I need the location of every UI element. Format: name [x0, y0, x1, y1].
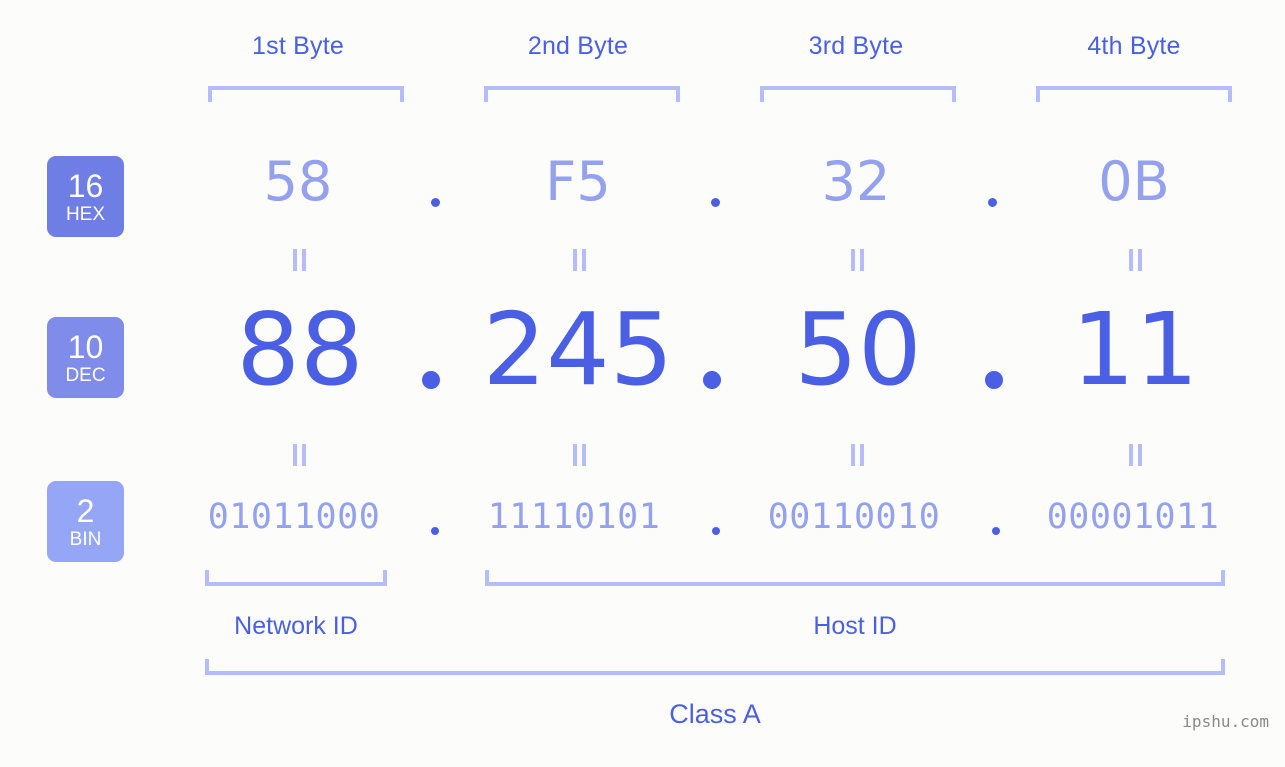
- base-badge-dec: 10 DEC: [47, 317, 124, 398]
- hex-value-byte-2: F5: [545, 150, 611, 213]
- network-id-label: Network ID: [234, 612, 358, 640]
- byte-header-label-2: 2nd Byte: [527, 32, 629, 60]
- equals-connector-hex-dec-1: [291, 249, 308, 271]
- host-id-bracket: [485, 570, 1225, 586]
- dec-value-byte-4: 11: [1071, 291, 1199, 408]
- byte-header-label-1: 1st Byte: [252, 32, 344, 60]
- base-badge-hex-name: HEX: [65, 203, 106, 225]
- equals-connector-dec-bin-4: [1127, 444, 1144, 466]
- byte-bracket-4: [1036, 86, 1232, 102]
- class-bracket: [205, 659, 1225, 675]
- dec-value-byte-2: 245: [482, 291, 674, 408]
- bin-value-byte-2: 11110101: [487, 497, 661, 537]
- bin-separator-dot-1: [431, 527, 439, 535]
- equals-connector-dec-bin-3: [849, 444, 866, 466]
- class-label: Class A: [669, 699, 761, 729]
- base-badge-bin-name: BIN: [69, 528, 102, 550]
- hex-separator-dot-3: [988, 198, 997, 207]
- equals-connector-hex-dec-4: [1127, 249, 1144, 271]
- host-id-label: Host ID: [813, 612, 897, 640]
- bin-value-byte-3: 00110010: [767, 497, 941, 537]
- hex-value-byte-1: 58: [263, 150, 333, 213]
- hex-separator-dot-2: [711, 198, 720, 207]
- base-badge-hex-number: 16: [67, 167, 104, 204]
- bin-value-byte-1: 01011000: [207, 497, 381, 537]
- ip-address-diagram: 1st Byte 2nd Byte 3rd Byte 4th Byte 16 H…: [0, 0, 1285, 767]
- bin-separator-dot-3: [992, 527, 1000, 535]
- dec-separator-dot-3: [985, 371, 1003, 389]
- byte-bracket-3: [760, 86, 956, 102]
- byte-header-label-4: 4th Byte: [1087, 32, 1181, 60]
- base-badge-bin-number: 2: [76, 492, 95, 529]
- base-badge-dec-number: 10: [67, 328, 104, 365]
- byte-header-label-3: 3rd Byte: [808, 32, 904, 60]
- hex-value-byte-3: 32: [821, 150, 891, 213]
- dec-value-byte-1: 88: [236, 291, 364, 408]
- equals-connector-dec-bin-1: [291, 444, 308, 466]
- network-id-bracket: [205, 570, 387, 586]
- watermark: ipshu.com: [1182, 712, 1269, 731]
- byte-bracket-2: [484, 86, 680, 102]
- hex-value-byte-4: 0B: [1098, 150, 1170, 213]
- hex-separator-dot-1: [431, 198, 440, 207]
- base-badge-bin: 2 BIN: [47, 481, 124, 562]
- bin-value-byte-4: 00001011: [1046, 497, 1220, 537]
- base-badge-hex: 16 HEX: [47, 156, 124, 237]
- base-badge-dec-name: DEC: [65, 364, 106, 386]
- dec-separator-dot-2: [703, 371, 721, 389]
- dec-value-byte-3: 50: [794, 291, 922, 408]
- dec-separator-dot-1: [422, 371, 440, 389]
- equals-connector-hex-dec-3: [849, 249, 866, 271]
- equals-connector-dec-bin-2: [571, 444, 588, 466]
- byte-bracket-1: [208, 86, 404, 102]
- equals-connector-hex-dec-2: [571, 249, 588, 271]
- bin-separator-dot-2: [712, 527, 720, 535]
